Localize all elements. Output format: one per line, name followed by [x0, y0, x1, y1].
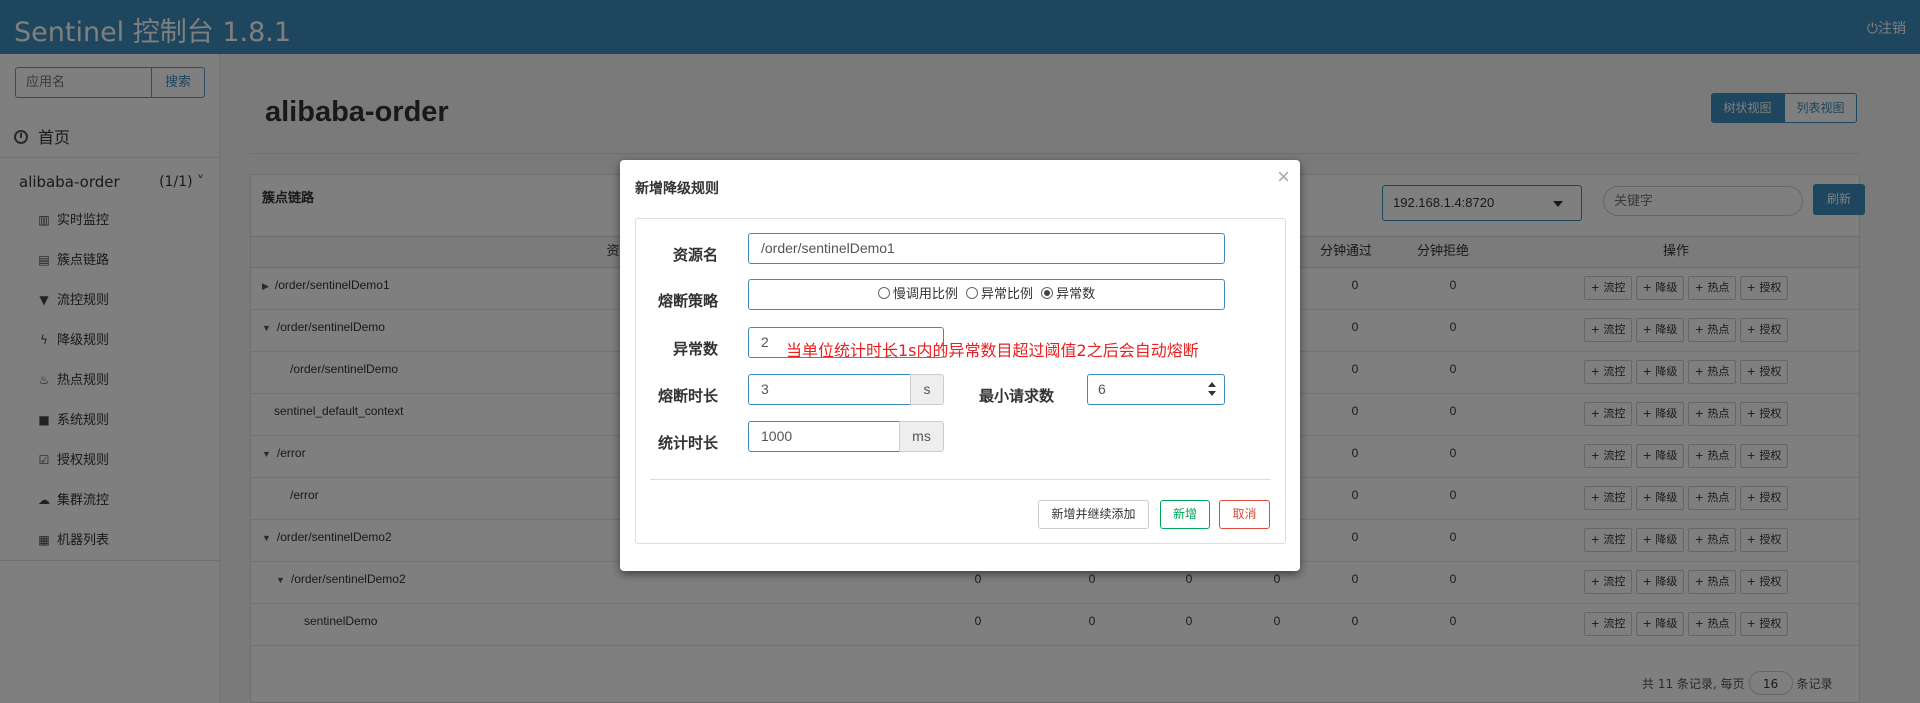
strategy-option-label: 异常比例 [980, 287, 1033, 302]
close-icon[interactable]: × [1277, 164, 1290, 190]
strategy-error-ratio[interactable]: 异常比例 [965, 287, 1033, 302]
strategy-option-label: 慢调用比例 [892, 287, 958, 302]
min-request-label: 最小请求数 [978, 387, 1054, 405]
duration-input[interactable]: 3 [748, 374, 911, 405]
min-request-value: 6 [1098, 381, 1106, 397]
resource-input[interactable]: /order/sentinelDemo1 [748, 233, 1225, 264]
min-request-stepper[interactable]: 6 [1087, 374, 1225, 405]
form-divider [650, 479, 1271, 480]
stat-duration-unit: ms [899, 421, 944, 452]
strategy-slow-ratio[interactable]: 慢调用比例 [877, 287, 958, 302]
exception-count-label: 异常数 [672, 340, 718, 358]
cancel-button[interactable]: 取消 [1219, 500, 1270, 529]
annotation-note: 当单位统计时长1s内的异常数目超过阈值2之后会自动熔断 [786, 341, 1199, 360]
strategy-radio-group: 慢调用比例 异常比例 异常数 [748, 279, 1225, 310]
dialog-title: 新增降级规则 [635, 181, 719, 197]
stepper-arrows-icon[interactable] [1208, 382, 1216, 398]
radio-checked-icon [1041, 287, 1054, 299]
radio-icon [965, 287, 978, 299]
stat-duration-input[interactable]: 1000 [748, 421, 900, 452]
strategy-option-label: 异常数 [1056, 287, 1096, 302]
add-button[interactable]: 新增 [1160, 500, 1210, 529]
resource-label: 资源名 [672, 246, 718, 264]
duration-unit: s [910, 374, 944, 405]
duration-label: 熔断时长 [657, 387, 718, 405]
add-degrade-rule-dialog: × 新增降级规则 资源名 /order/sentinelDemo1 熔断策略 慢… [620, 160, 1300, 571]
strategy-label: 熔断策略 [657, 292, 718, 310]
stat-duration-label: 统计时长 [657, 434, 718, 452]
radio-icon [877, 287, 890, 299]
rule-form: 资源名 /order/sentinelDemo1 熔断策略 慢调用比例 异常比例… [635, 218, 1286, 544]
strategy-error-count[interactable]: 异常数 [1041, 287, 1095, 302]
add-and-continue-button[interactable]: 新增并继续添加 [1038, 500, 1149, 529]
